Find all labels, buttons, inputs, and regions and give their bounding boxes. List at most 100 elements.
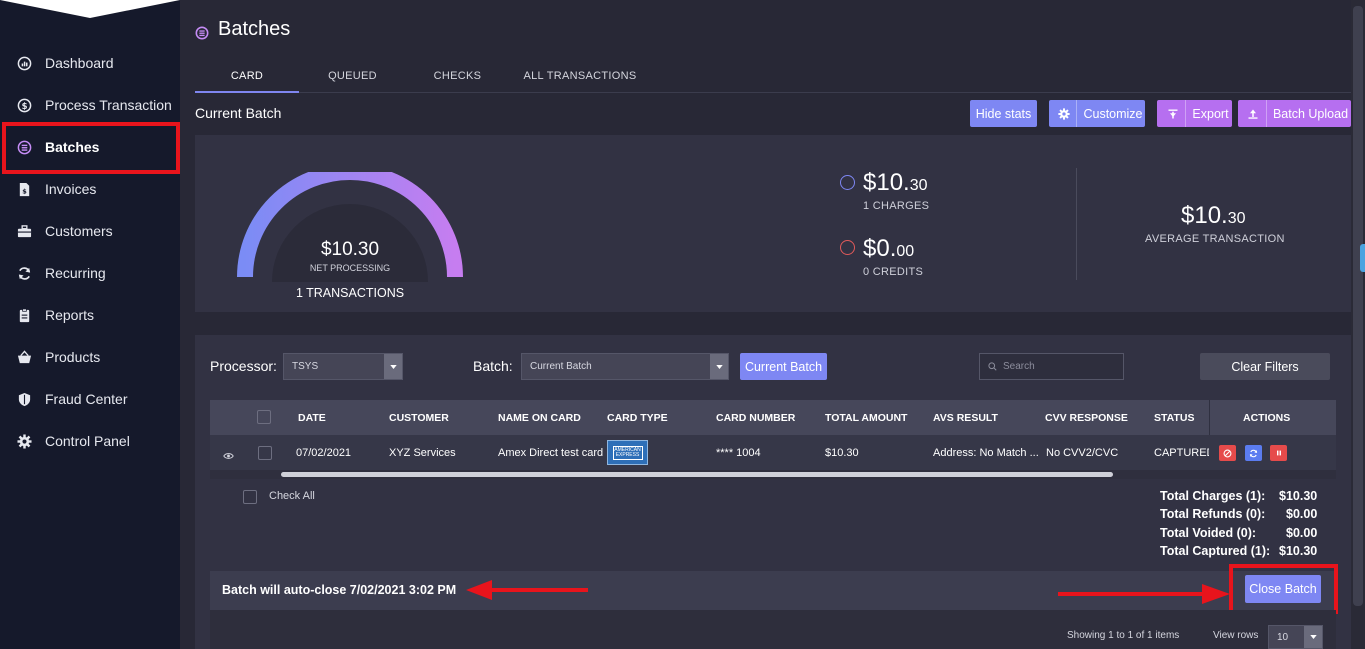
column-header-customer[interactable]: CUSTOMER bbox=[389, 400, 449, 435]
hide-stats-button[interactable]: Hide stats bbox=[970, 100, 1037, 127]
basket-icon bbox=[16, 349, 32, 365]
batch-upload-button[interactable]: Batch Upload bbox=[1238, 100, 1351, 127]
row-checkbox[interactable] bbox=[258, 446, 272, 460]
sidebar-item-label: Fraud Center bbox=[45, 391, 128, 407]
sidebar-item-label: Products bbox=[45, 349, 101, 365]
close-batch-button[interactable]: Close Batch bbox=[1245, 575, 1321, 603]
sidebar-item-reports[interactable]: Reports bbox=[0, 294, 180, 336]
tab-bar: CARD QUEUED CHECKS ALL TRANSACTIONS bbox=[195, 60, 1351, 93]
page-scrollbar-thumb[interactable] bbox=[1353, 6, 1363, 606]
column-header-card-number[interactable]: CARD NUMBER bbox=[716, 400, 795, 435]
sidebar-item-control-panel[interactable]: Control Panel bbox=[0, 420, 180, 462]
export-button[interactable]: Export bbox=[1157, 100, 1232, 127]
batch-select-value: Current Batch bbox=[530, 361, 592, 372]
average-transaction-label: AVERAGE TRANSACTION bbox=[1145, 233, 1285, 245]
batch-upload-label: Batch Upload bbox=[1272, 106, 1349, 121]
clear-filters-button[interactable]: Clear Filters bbox=[1200, 353, 1330, 380]
column-header-total-amount[interactable]: TOTAL AMOUNT bbox=[825, 400, 907, 435]
credits-indicator-icon bbox=[840, 240, 855, 255]
sidebar-item-label: Reports bbox=[45, 307, 95, 323]
column-header-date[interactable]: DATE bbox=[298, 400, 326, 435]
export-label: Export bbox=[1192, 106, 1229, 121]
total-voided-value: $0.00 bbox=[1286, 526, 1318, 540]
side-widget-tab[interactable] bbox=[1360, 244, 1365, 272]
check-all-label: Check All bbox=[269, 490, 315, 502]
cell-cvv-response: No CVV2/CVC bbox=[1046, 446, 1119, 459]
tab-queued[interactable]: QUEUED bbox=[315, 60, 390, 92]
search-placeholder: Search bbox=[1003, 361, 1035, 372]
horizontal-scrollbar-thumb[interactable] bbox=[281, 472, 1113, 477]
sidebar-item-process-transaction[interactable]: $ Process Transaction bbox=[0, 84, 180, 126]
sidebar-item-label: Recurring bbox=[45, 265, 106, 281]
cell-customer: XYZ Services bbox=[389, 446, 456, 459]
refund-action-button[interactable] bbox=[1245, 445, 1262, 461]
upload-icon bbox=[1241, 100, 1267, 127]
sidebar-item-dashboard[interactable]: Dashboard bbox=[0, 42, 180, 84]
showing-items-text: Showing 1 to 1 of 1 items bbox=[1067, 630, 1180, 641]
customize-button[interactable]: Customize bbox=[1049, 100, 1145, 127]
chevron-down-icon bbox=[1304, 626, 1322, 648]
stats-divider bbox=[1076, 168, 1077, 280]
void-action-button[interactable] bbox=[1219, 445, 1236, 461]
stats-panel: $10.30 NET PROCESSING 1 TRANSACTIONS $10… bbox=[195, 135, 1351, 312]
sidebar-item-label: Invoices bbox=[45, 181, 97, 197]
sidebar-item-recurring[interactable]: Recurring bbox=[0, 252, 180, 294]
column-header-avs-result[interactable]: AVS RESULT bbox=[933, 400, 998, 435]
total-captured-value: $10.30 bbox=[1279, 544, 1318, 558]
average-amount-cents: 30 bbox=[1227, 210, 1246, 227]
tab-card[interactable]: CARD bbox=[195, 60, 299, 93]
table-row[interactable]: 07/02/2021 XYZ Services Amex Direct test… bbox=[210, 435, 1336, 470]
header-checkbox[interactable] bbox=[257, 410, 271, 424]
tab-all-transactions[interactable]: ALL TRANSACTIONS bbox=[520, 60, 640, 92]
pause-action-button[interactable] bbox=[1270, 445, 1287, 461]
sidebar-item-label: Dashboard bbox=[45, 55, 114, 71]
cell-avs-result: Address: No Match ... bbox=[933, 446, 1039, 459]
sidebar-item-label: Process Transaction bbox=[45, 97, 172, 113]
current-batch-button[interactable]: Current Batch bbox=[740, 353, 827, 380]
column-header-cvv-response[interactable]: CVV RESPONSE bbox=[1045, 400, 1128, 435]
block-icon bbox=[1223, 449, 1232, 458]
briefcase-icon bbox=[16, 223, 32, 239]
svg-text:$: $ bbox=[21, 100, 27, 110]
clear-filters-label: Clear Filters bbox=[1231, 359, 1299, 374]
customize-label: Customize bbox=[1083, 106, 1143, 121]
cell-card-number: **** 1004 bbox=[716, 446, 761, 459]
column-header-card-type[interactable]: CARD TYPE bbox=[607, 400, 668, 435]
auto-close-notice: Batch will auto-close 7/02/2021 3:02 PM bbox=[222, 583, 457, 597]
sidebar-item-products[interactable]: Products bbox=[0, 336, 180, 378]
card-type-text: AMERICAN EXPRESS bbox=[612, 445, 643, 460]
tab-checks[interactable]: CHECKS bbox=[420, 60, 495, 92]
charges-amount-cents: 30 bbox=[909, 177, 928, 194]
search-icon bbox=[988, 362, 997, 371]
column-header-name-on-card[interactable]: NAME ON CARD bbox=[498, 400, 581, 435]
chevron-down-icon bbox=[710, 354, 728, 379]
batch-label: Batch: bbox=[473, 358, 513, 374]
batch-select[interactable]: Current Batch bbox=[521, 353, 729, 380]
credits-amount-cents: 00 bbox=[896, 243, 915, 260]
charges-amount: $10. 30 bbox=[863, 169, 928, 197]
search-input[interactable]: Search bbox=[979, 353, 1124, 380]
total-charges-label: Total Charges (1): bbox=[1160, 489, 1266, 503]
sidebar-item-fraud-center[interactable]: Fraud Center bbox=[0, 378, 180, 420]
eye-icon[interactable] bbox=[223, 447, 234, 465]
cell-date: 07/02/2021 bbox=[296, 446, 352, 459]
average-amount-main: $10. bbox=[1181, 202, 1228, 229]
charges-amount-main: $10. bbox=[863, 169, 910, 196]
cell-total-amount: $10.30 bbox=[825, 446, 859, 459]
sidebar-item-customers[interactable]: Customers bbox=[0, 210, 180, 252]
gauge-label: NET PROCESSING bbox=[309, 263, 391, 273]
processor-select-value: TSYS bbox=[292, 361, 319, 372]
sidebar-item-invoices[interactable]: $ Invoices bbox=[0, 168, 180, 210]
charges-indicator-icon bbox=[840, 175, 855, 190]
column-header-status[interactable]: STATUS bbox=[1154, 400, 1194, 435]
total-refunds-value: $0.00 bbox=[1286, 507, 1318, 521]
dashboard-icon bbox=[16, 55, 32, 71]
transactions-count: 1 TRANSACTIONS bbox=[295, 286, 405, 300]
table-header: DATE CUSTOMER NAME ON CARD CARD TYPE CAR… bbox=[210, 400, 1336, 435]
processor-select[interactable]: TSYS bbox=[283, 353, 403, 380]
sidebar-item-label: Customers bbox=[45, 223, 113, 239]
view-rows-select[interactable]: 10 bbox=[1268, 625, 1323, 649]
clipboard-icon bbox=[16, 307, 32, 323]
credits-label: 0 CREDITS bbox=[863, 266, 924, 278]
check-all-checkbox[interactable] bbox=[243, 490, 257, 504]
